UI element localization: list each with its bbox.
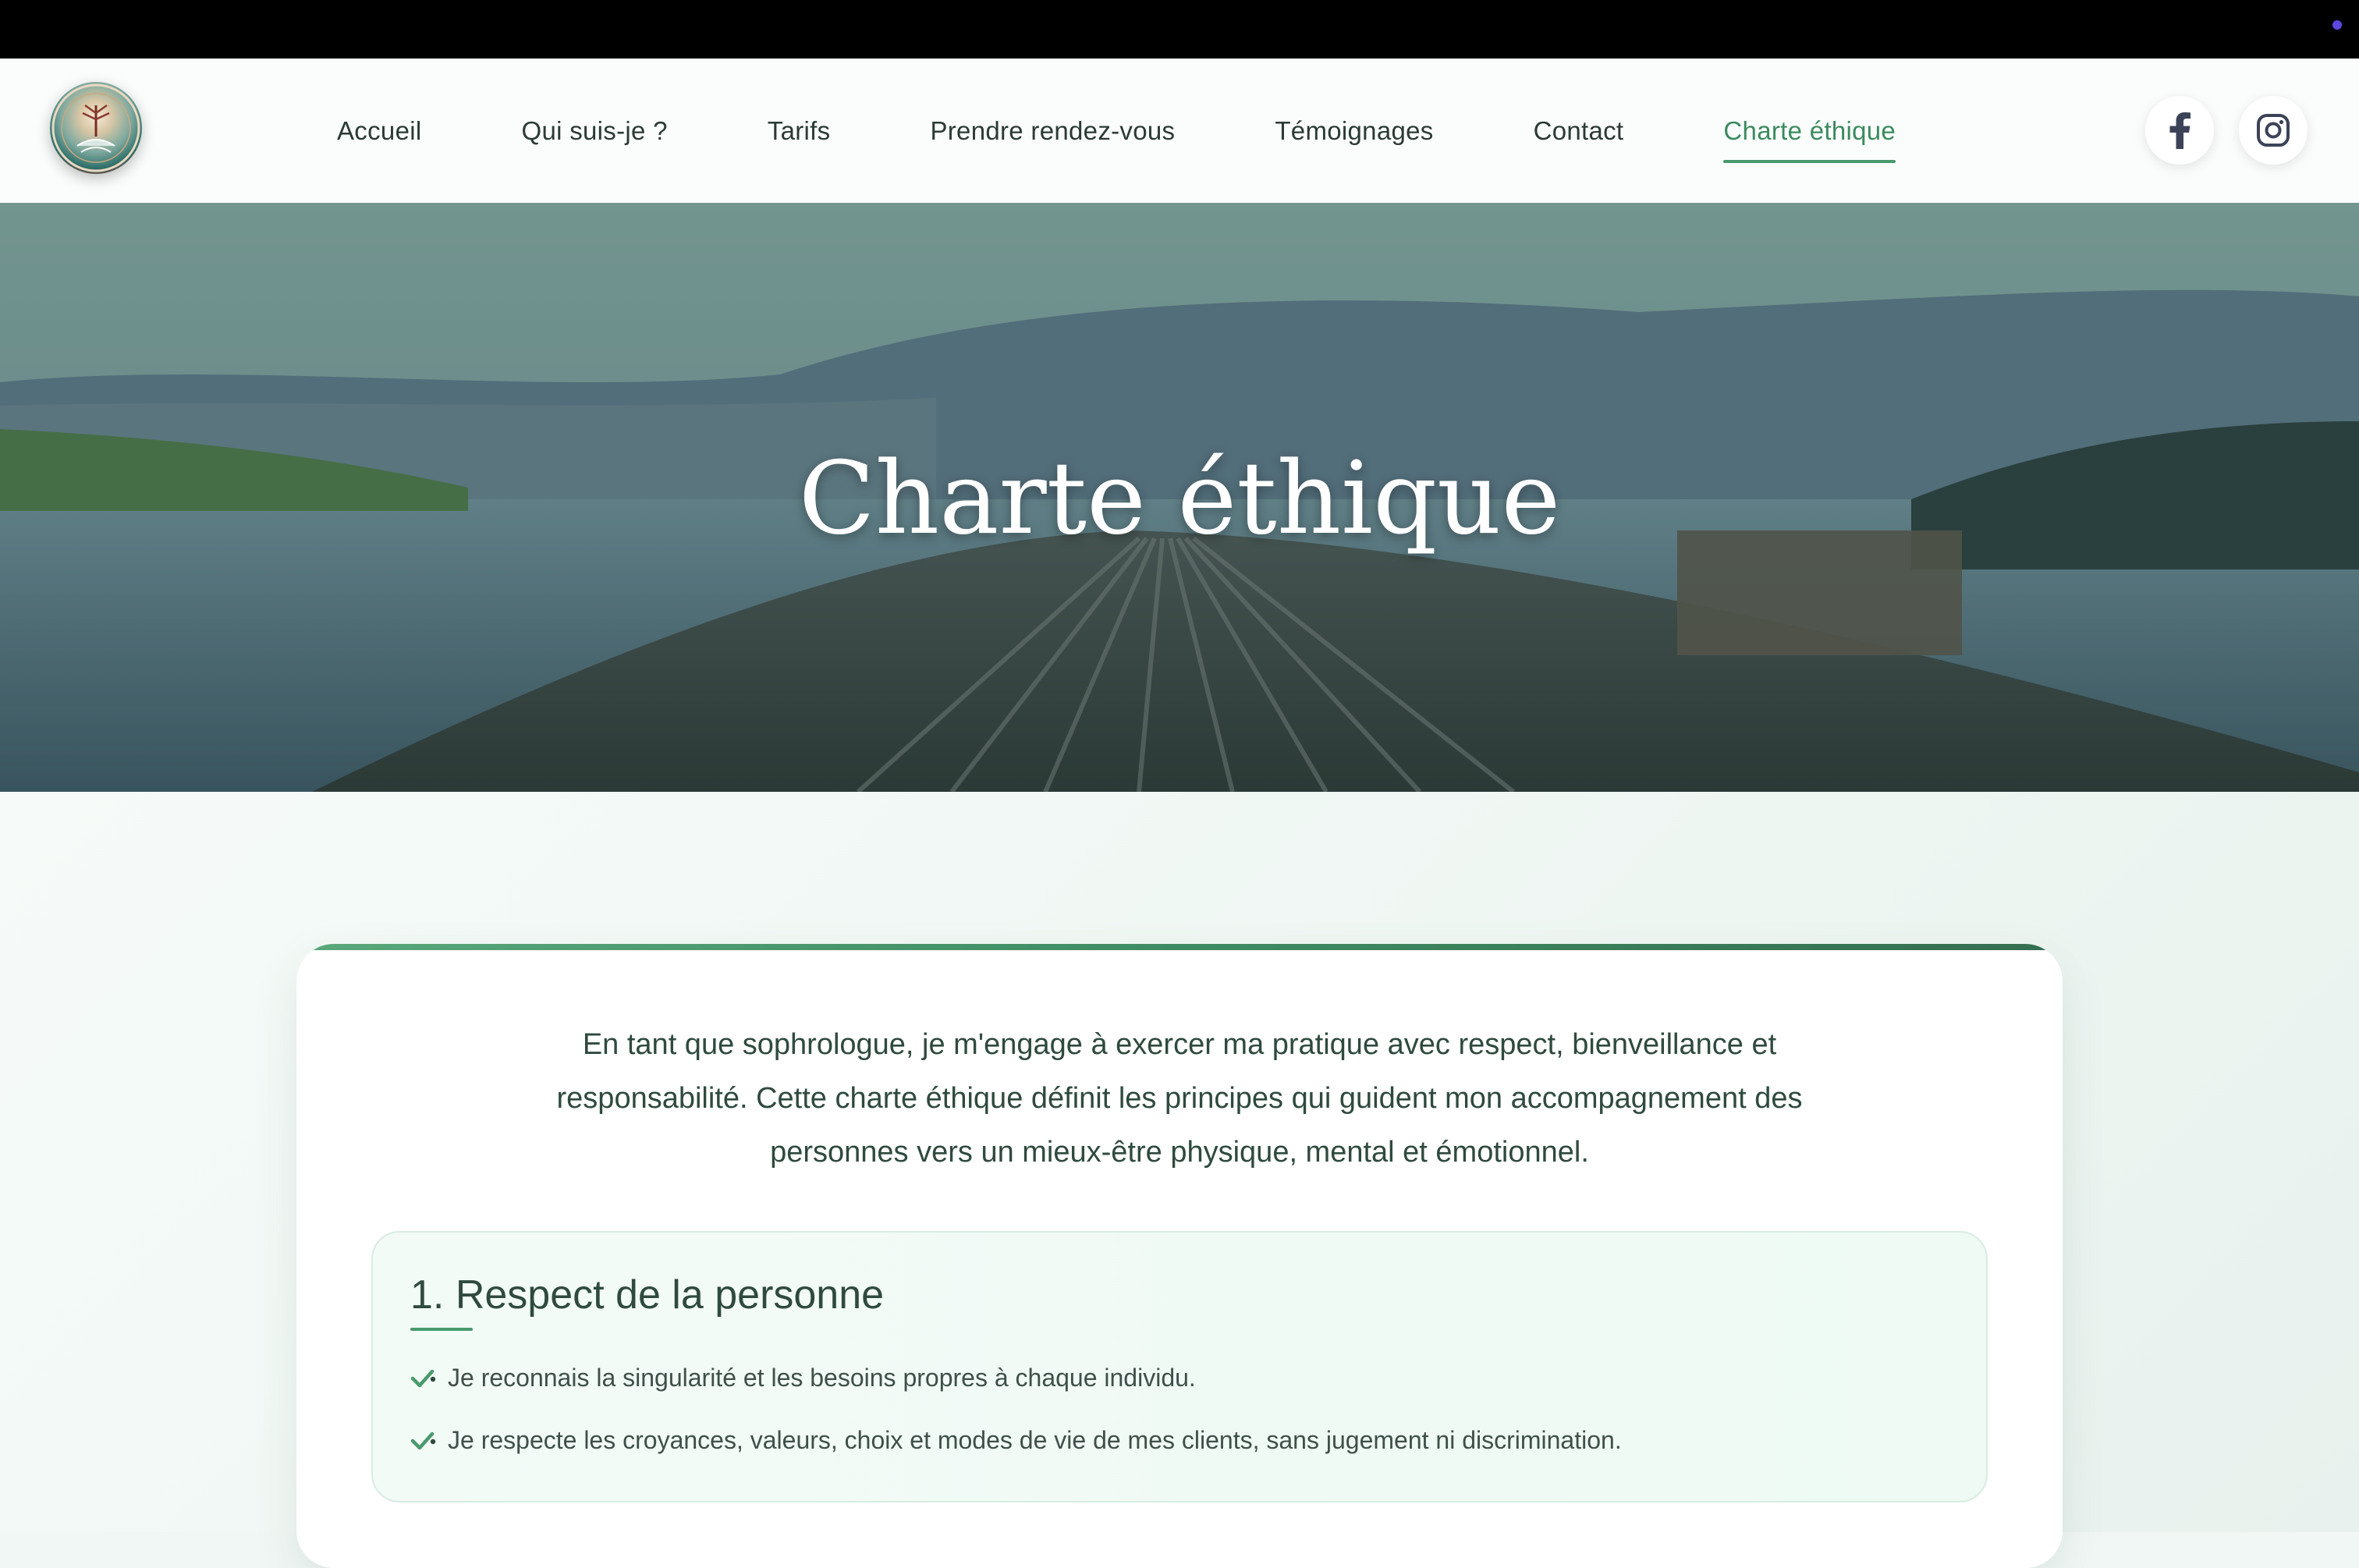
check-icon (410, 1431, 436, 1449)
section-title: 1. Respect de la personne (410, 1272, 885, 1318)
site-header: Accueil Qui suis-je ? Tarifs Prendre ren… (0, 59, 2359, 203)
nav-item-contact[interactable]: Contact (1534, 116, 1624, 146)
intro-paragraph: En tant que sophrologue, je m'engage à e… (556, 1028, 1803, 1169)
list-item: Je respecte les croyances, valeurs, choi… (410, 1426, 1622, 1455)
list-item-text: Je respecte les croyances, valeurs, choi… (448, 1426, 1622, 1454)
hero-banner: Charte éthique (0, 203, 2359, 792)
list-item: Je reconnais la singularité et les besoi… (410, 1364, 1196, 1392)
card-accent-line (296, 944, 2063, 950)
section-respect-personne: 1. Respect de la personne Je reconnais l… (371, 1231, 1988, 1502)
system-top-bar (0, 0, 2359, 59)
facebook-icon (2169, 112, 2190, 149)
main-navigation: Accueil Qui suis-je ? Tarifs Prendre ren… (337, 59, 1995, 203)
facebook-button[interactable] (2145, 96, 2214, 165)
site-logo[interactable] (50, 82, 142, 174)
nav-item-accueil[interactable]: Accueil (337, 116, 421, 146)
check-icon (410, 1369, 436, 1387)
status-dot (2332, 20, 2342, 30)
nav-item-qui-suis-je[interactable]: Qui suis-je ? (521, 116, 667, 146)
nav-item-temoignages[interactable]: Témoignages (1275, 116, 1433, 146)
instagram-icon (2257, 114, 2290, 147)
hero-title: Charte éthique (798, 441, 1561, 557)
nav-item-tarifs[interactable]: Tarifs (768, 116, 831, 146)
list-item-text: Je reconnais la singularité et les besoi… (448, 1364, 1196, 1392)
nav-item-prendre-rendez-vous[interactable]: Prendre rendez-vous (930, 116, 1175, 146)
section-title-underline (410, 1328, 473, 1331)
nav-item-charte-ethique[interactable]: Charte éthique (1723, 116, 1896, 163)
ethics-card: En tant que sophrologue, je m'engage à e… (296, 944, 2063, 1568)
instagram-button[interactable] (2239, 96, 2308, 165)
